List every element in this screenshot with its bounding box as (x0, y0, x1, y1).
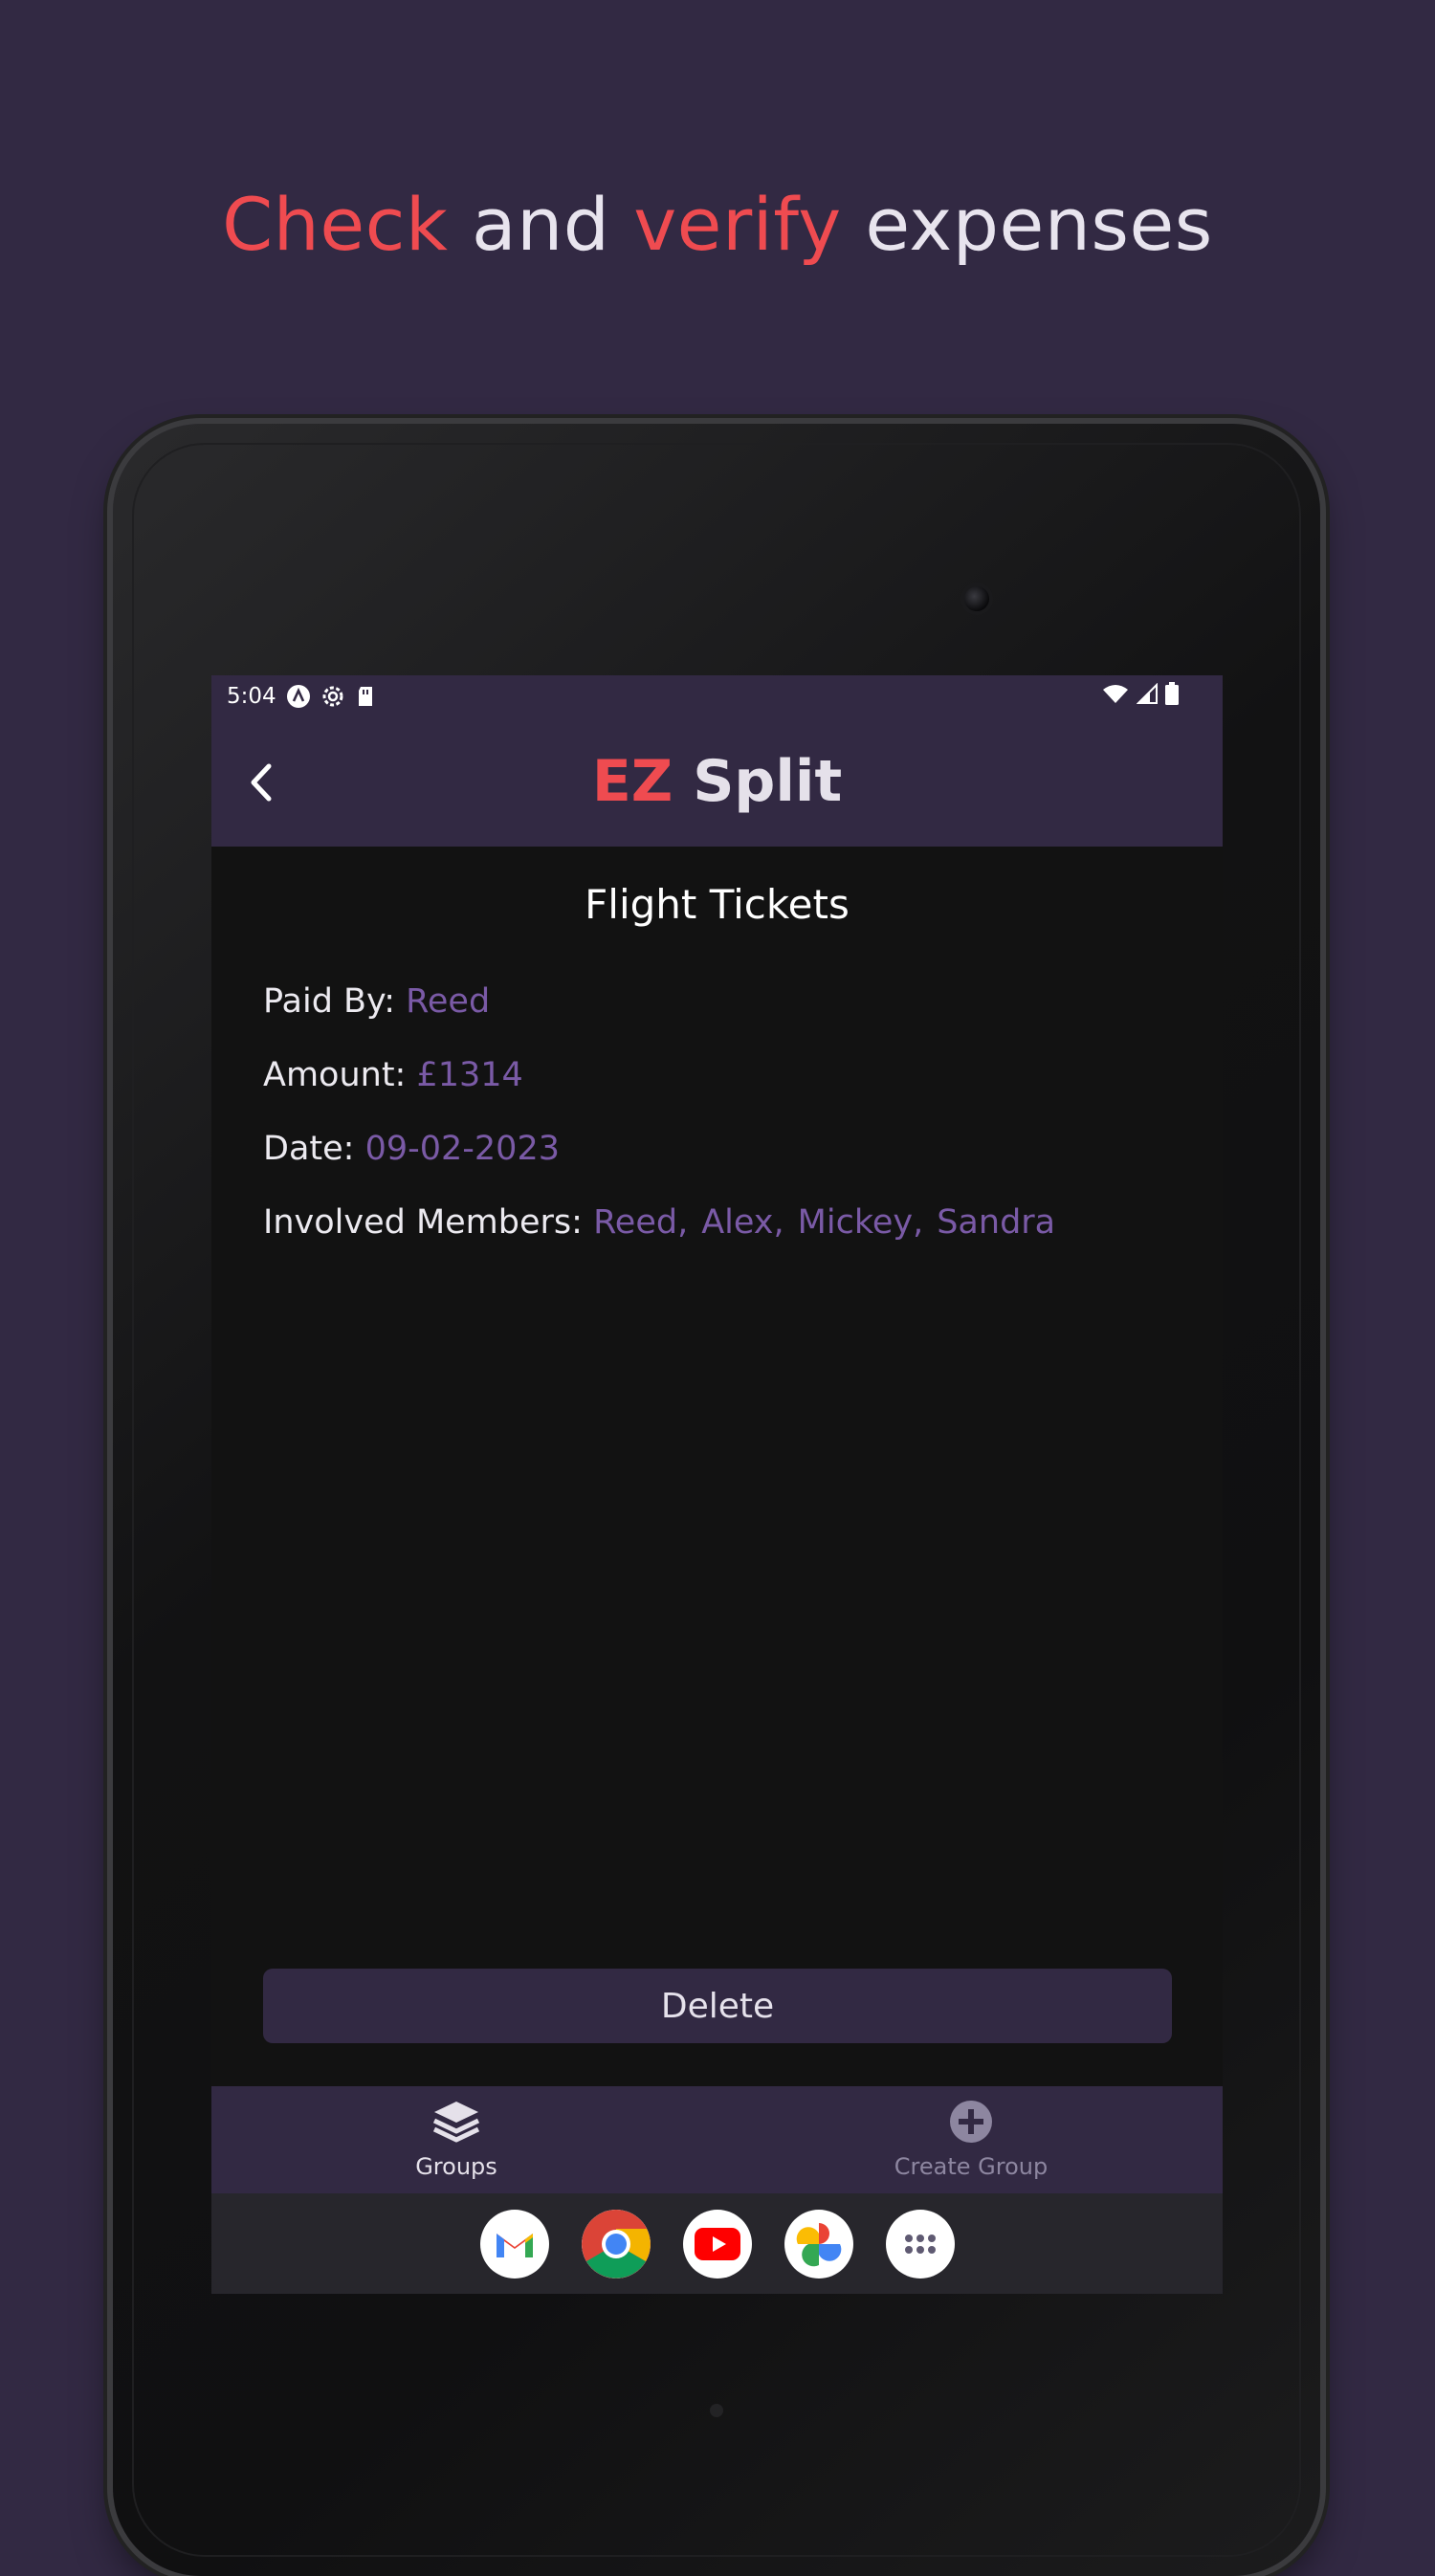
paid-by-value: Reed (406, 982, 491, 1021)
member-name: Mickey, (797, 1203, 924, 1242)
cellular-signal-icon (1136, 682, 1158, 710)
launcher-dock (211, 2193, 1223, 2294)
involved-members-label: Involved Members: (263, 1203, 594, 1242)
promo-headline: Check and verify expenses (0, 182, 1435, 267)
app-notification-icon (286, 684, 311, 709)
youtube-icon[interactable] (682, 2209, 752, 2279)
date-row: Date: 09-02-2023 (263, 1130, 560, 1168)
photos-icon[interactable] (784, 2209, 853, 2279)
layers-icon (432, 2102, 480, 2143)
app-title: EZ Split (211, 748, 1223, 815)
date-value: 09-02-2023 (364, 1130, 560, 1168)
member-name: Alex, (701, 1203, 784, 1242)
chrome-icon[interactable] (581, 2209, 651, 2279)
amount-row: Amount: £1314 (263, 1056, 523, 1094)
expense-title: Flight Tickets (585, 881, 850, 928)
app-bar: EZ Split (211, 717, 1223, 847)
expense-details: Flight Tickets Paid By: Reed Amount: £13… (211, 847, 1223, 1803)
front-camera (964, 586, 989, 611)
amount-label: Amount: (263, 1056, 417, 1094)
wifi-icon (1102, 683, 1129, 710)
app-drawer-icon[interactable] (885, 2209, 955, 2279)
paid-by-row: Paid By: Reed (263, 982, 490, 1021)
battery-icon (1165, 682, 1179, 711)
device-screen: 5:04 EZ Split Flight Tickets Paid By: Re… (211, 675, 1223, 2294)
member-name: Reed, (593, 1203, 689, 1242)
date-label: Date: (263, 1130, 365, 1168)
headline-word-check: Check (222, 182, 449, 267)
nav-tab-create-group[interactable]: Create Group (828, 2100, 1115, 2180)
nav-create-group-label: Create Group (894, 2153, 1049, 2180)
tablet-sensor-dot (710, 2404, 723, 2417)
member-name: Sandra (937, 1203, 1056, 1242)
status-time: 5:04 (227, 684, 276, 709)
headline-word-verify: verify (633, 182, 842, 267)
gmail-icon[interactable] (479, 2209, 549, 2279)
amount-value: £1314 (416, 1056, 523, 1094)
nav-groups-label: Groups (415, 2153, 497, 2180)
nav-tab-groups[interactable]: Groups (313, 2100, 600, 2180)
status-bar: 5:04 (211, 675, 1223, 717)
sd-card-icon (355, 685, 376, 708)
headline-word-and: and (448, 182, 634, 267)
plus-circle-icon (950, 2101, 992, 2143)
bottom-navigation: Groups Create Group (211, 2086, 1223, 2193)
delete-button[interactable]: Delete (263, 1969, 1172, 2043)
involved-members-row: Involved Members: Reed, Alex, Mickey, Sandr… (263, 1203, 1069, 1242)
paid-by-label: Paid By: (263, 982, 407, 1021)
headline-word-expenses: expenses (841, 182, 1213, 267)
settings-gear-icon (320, 684, 345, 709)
app-title-accent: EZ (591, 748, 673, 815)
app-title-rest: Split (673, 748, 843, 815)
